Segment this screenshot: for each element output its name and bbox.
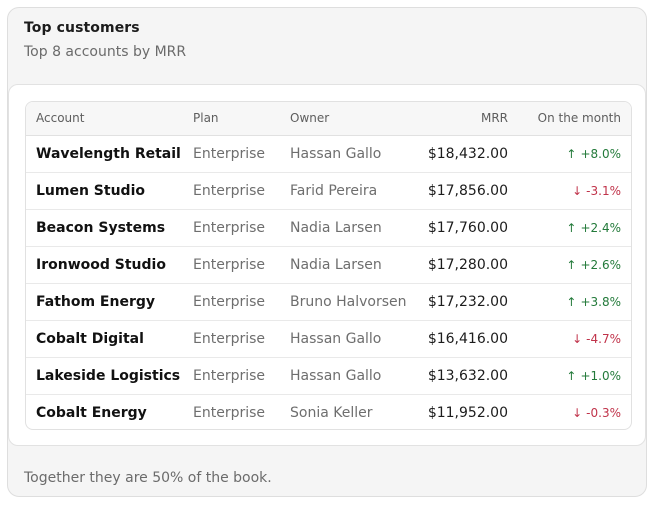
top-customers-card: Top customers Top 8 accounts by MRR Acco…: [7, 7, 647, 497]
change-value: +1.0%: [580, 368, 621, 383]
cell-mrr: $13,632.00: [416, 356, 518, 394]
cell-change: ↓ -3.1%: [518, 171, 631, 209]
cell-change: ↓ -0.3%: [518, 393, 631, 429]
cell-owner: Bruno Halvorsen: [280, 282, 416, 320]
cell-account: Wavelength Retail: [36, 145, 181, 162]
arrow-up-icon: ↑: [566, 146, 577, 161]
column-header-owner[interactable]: Owner: [280, 102, 416, 136]
cell-account: Cobalt Energy: [26, 393, 183, 429]
arrow-up-icon: ↑: [566, 220, 577, 235]
cell-account: Cobalt Digital: [26, 319, 183, 357]
cell-owner: Hassan Gallo: [280, 356, 416, 394]
cell-plan: Enterprise: [183, 356, 280, 394]
cell-account: Lakeside Logistics: [26, 356, 183, 394]
cell-mrr: $11,952.00: [416, 393, 518, 429]
table-header-row: Account Plan Owner MRR On the month: [26, 102, 631, 136]
cell-change: ↑ +1.0%: [518, 356, 631, 394]
card-header: Top customers Top 8 accounts by MRR: [8, 8, 646, 84]
card-footer: Together they are 50% of the book.: [24, 470, 272, 486]
table-row[interactable]: Fathom Energy Enterprise Bruno Halvorsen $1…: [26, 282, 631, 320]
change-value: +2.4%: [580, 220, 621, 235]
cell-change: ↑ +2.6%: [518, 245, 631, 283]
cell-mrr: $16,416.00: [416, 319, 518, 357]
column-header-plan[interactable]: Plan: [183, 102, 280, 136]
table-row[interactable]: Lakeside Logistics Enterprise Hassan Gallo…: [26, 356, 631, 394]
arrow-up-icon: ↑: [566, 257, 577, 272]
change-value: +2.6%: [580, 257, 621, 272]
change-value: -3.1%: [586, 183, 621, 198]
table-row[interactable]: Cobalt Energy Enterprise Sonia Keller $11,9…: [26, 393, 631, 429]
column-header-account[interactable]: Account: [26, 102, 183, 136]
change-value: +8.0%: [580, 146, 621, 161]
table-row[interactable]: Cobalt Digital Enterprise Hassan Gallo $16,…: [26, 319, 631, 357]
cell-plan: Enterprise: [183, 393, 280, 429]
customers-table-container: Account Plan Owner MRR On the month Wave…: [25, 101, 632, 430]
table-row[interactable]: Ironwood Studio Enterprise Nadia Larsen $17…: [26, 245, 631, 283]
cell-mrr: $17,760.00: [416, 208, 518, 246]
cell-account: Beacon Systems: [26, 208, 183, 246]
cell-mrr: $17,280.00: [416, 245, 518, 283]
change-value: -0.3%: [586, 405, 621, 420]
column-header-mrr[interactable]: MRR: [416, 102, 518, 136]
change-value: +3.8%: [580, 294, 621, 309]
arrow-up-icon: ↑: [566, 294, 577, 309]
arrow-down-icon: ↓: [572, 405, 583, 420]
cell-account: Lumen Studio: [26, 171, 183, 209]
cell-account: Ironwood Studio: [26, 245, 183, 283]
cell-change: ↑ +2.4%: [518, 208, 631, 246]
cell-owner: Farid Pereira: [280, 171, 416, 209]
table-row[interactable]: Beacon Systems Enterprise Nadia Larsen $17,…: [26, 208, 631, 246]
card-title: Top customers: [24, 20, 140, 36]
cell-change: ↑ +8.0%: [518, 135, 631, 172]
cell-mrr: $17,856.00: [416, 171, 518, 209]
cell-owner: Hassan Gallo: [280, 319, 416, 357]
cell-mrr: $18,432.00: [427, 145, 508, 162]
cell-plan: Enterprise: [183, 171, 280, 209]
table-body: Wavelength Retail Enterprise Hassan Gallo $…: [26, 135, 631, 429]
cell-plan: Enterprise: [193, 145, 266, 162]
cell-owner: Nadia Larsen: [280, 208, 416, 246]
table-row[interactable]: Lumen Studio Enterprise Farid Pereira $17,8…: [26, 171, 631, 209]
cell-plan: Enterprise: [183, 282, 280, 320]
cell-change: ↑ +3.8%: [518, 282, 631, 320]
arrow-down-icon: ↓: [572, 183, 583, 198]
cell-plan: Enterprise: [183, 319, 280, 357]
cell-plan: Enterprise: [183, 245, 280, 283]
table-row[interactable]: Wavelength Retail Enterprise Hassan Gallo $…: [26, 135, 631, 172]
card-subtitle: Top 8 accounts by MRR: [24, 44, 187, 60]
cell-owner: Sonia Keller: [280, 393, 416, 429]
arrow-down-icon: ↓: [572, 331, 583, 346]
change-value: -4.7%: [586, 331, 621, 346]
card-body: Account Plan Owner MRR On the month Wave…: [8, 84, 646, 446]
column-header-change[interactable]: On the month: [518, 102, 631, 136]
cell-owner: Hassan Gallo: [290, 145, 382, 162]
cell-owner: Nadia Larsen: [280, 245, 416, 283]
cell-change: ↓ -4.7%: [518, 319, 631, 357]
cell-mrr: $17,232.00: [416, 282, 518, 320]
cell-plan: Enterprise: [183, 208, 280, 246]
arrow-up-icon: ↑: [566, 368, 577, 383]
cell-account: Fathom Energy: [26, 282, 183, 320]
customers-table: Account Plan Owner MRR On the month Wave…: [26, 102, 631, 429]
